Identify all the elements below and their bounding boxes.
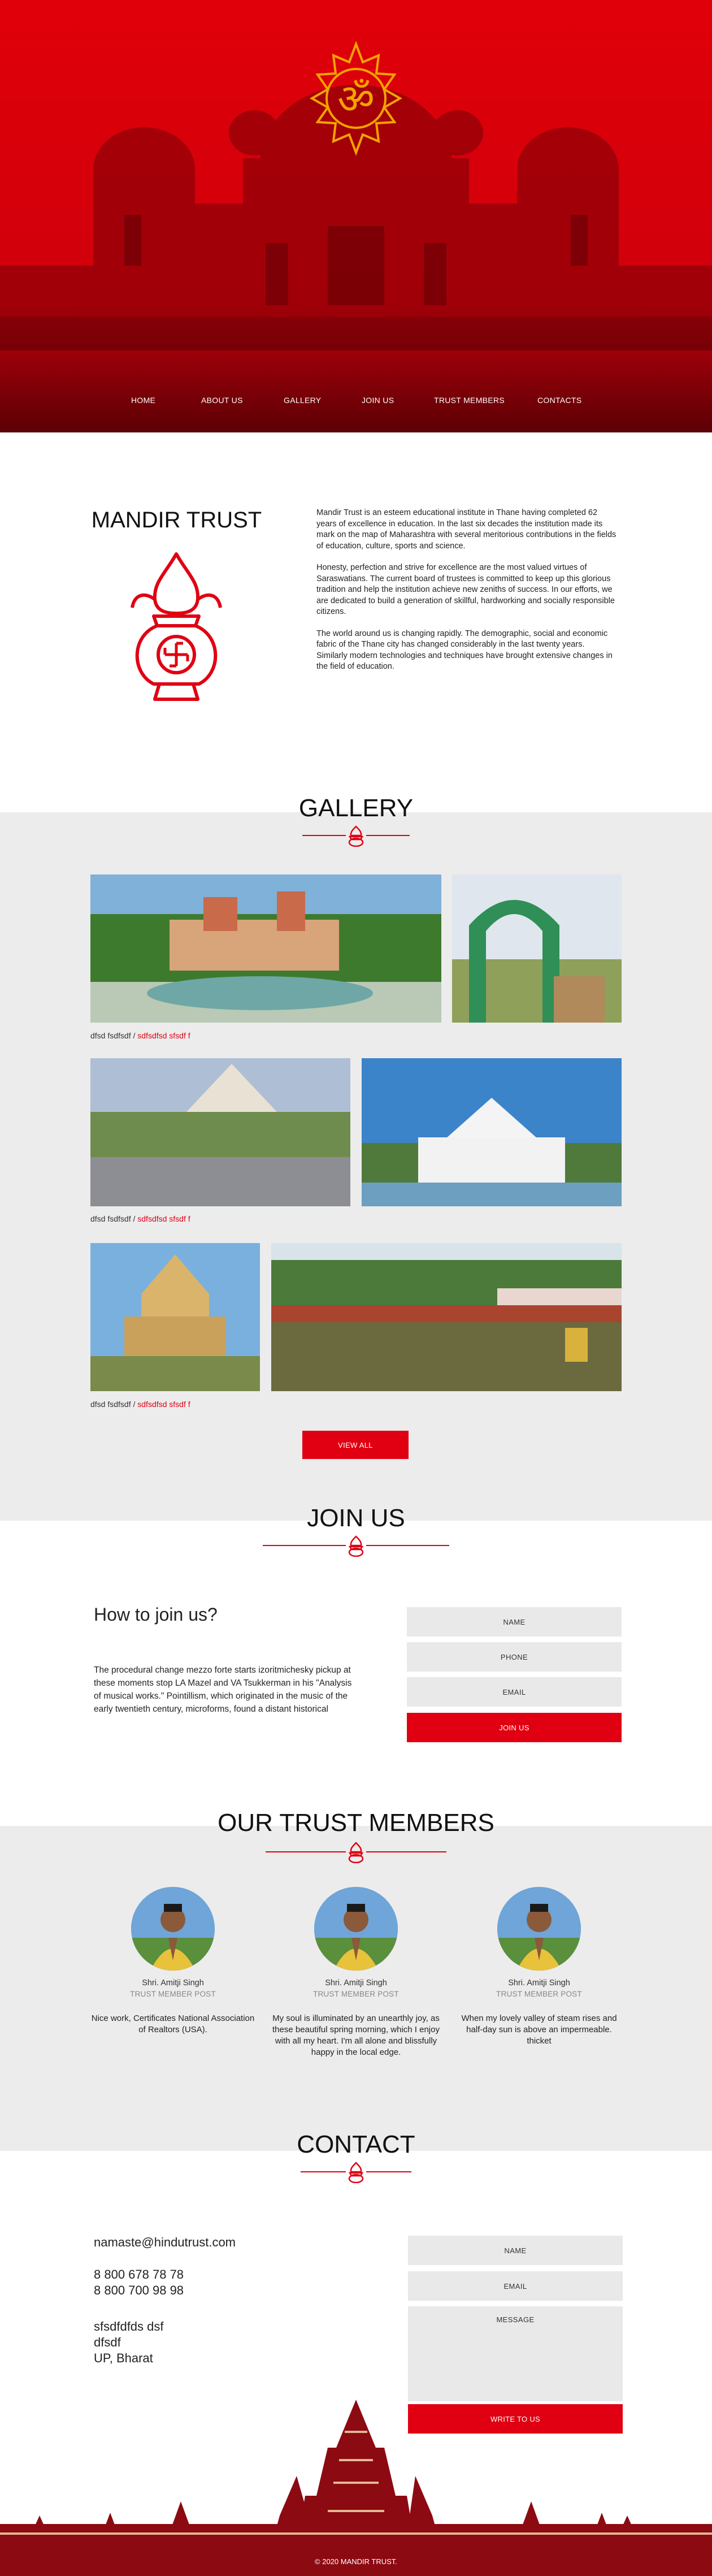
contact-email-link[interactable]: namaste@hindutrust.com	[94, 2235, 236, 2250]
gallery-photo-temple-garden[interactable]	[90, 874, 441, 1023]
about-paragraph: Mandir Trust is an esteem educational in…	[316, 508, 617, 551]
about-paragraph: The world around us is changing rapidly.…	[316, 629, 613, 672]
nav-home[interactable]: HOME	[131, 396, 155, 405]
member-quote: When my lovely valley of steam rises and…	[461, 2014, 617, 2046]
about-title: MANDIR TRUST	[91, 508, 262, 532]
join-divider-icon	[263, 1535, 449, 1557]
address-line: dfsdf	[94, 2335, 121, 2349]
join-name-field[interactable]: NAME	[407, 1607, 622, 1636]
contact-phone[interactable]: 8 800 700 98 98	[94, 2283, 184, 2298]
member-post: TRUST MEMBER POST	[496, 1990, 582, 1998]
member-post: TRUST MEMBER POST	[130, 1990, 216, 1998]
gallery-photo-white-temple[interactable]	[362, 1058, 622, 1206]
member-avatar	[131, 1887, 215, 1971]
nav-gallery[interactable]: GALLERY	[284, 396, 321, 405]
member-quote: Nice work, Certificates National Associa…	[91, 2014, 255, 2034]
footer-copyright: © 2020 MANDIR TRUST.	[0, 2547, 712, 2576]
gallery-caption: dfsd fsdfsdf / sdfsdfsd sfsdf f	[90, 1031, 190, 1040]
contact-name-field[interactable]: NAME	[408, 2236, 623, 2265]
gallery-caption: dfsd fsdfsdf / sdfsdfsd sfsdf f	[90, 1214, 190, 1223]
members-title: OUR TRUST MEMBERS	[218, 1809, 494, 1837]
member-avatar	[314, 1887, 398, 1971]
gallery-photo-temple-pond[interactable]	[271, 1243, 622, 1391]
gallery-photo-pyramid[interactable]	[90, 1058, 350, 1206]
gallery-caption-link[interactable]: sdfsdfsd sfsdf f	[137, 1214, 190, 1223]
member-avatar	[497, 1887, 581, 1971]
contact-divider-icon	[301, 2162, 411, 2183]
contact-title: CONTACT	[297, 2131, 415, 2158]
join-submit-button[interactable]: JOIN US	[407, 1713, 622, 1742]
member-card: Shri. Amitji Singh TRUST MEMBER POST Whe…	[454, 1887, 624, 2047]
join-description: The procedural change mezzo forte starts…	[94, 1665, 352, 1714]
contact-phone[interactable]: 8 800 678 78 78	[94, 2267, 184, 2283]
main-navigation: HOME ABOUT US GALLERY JOIN US TRUST MEMB…	[0, 396, 712, 414]
gallery-title: GALLERY	[298, 794, 414, 822]
member-name: Shri. Amitji Singh	[325, 1978, 387, 1988]
write-to-us-button[interactable]: WRITE TO US	[408, 2404, 623, 2434]
gallery-caption-link[interactable]: sdfsdfsd sfsdf f	[137, 1031, 190, 1040]
gallery-divider-icon	[302, 825, 410, 847]
gallery-photo-temple-gate[interactable]	[452, 874, 622, 1023]
contact-phones: 8 800 678 78 78 8 800 700 98 98	[94, 2267, 184, 2298]
nav-trust-members[interactable]: TRUST MEMBERS	[434, 396, 505, 405]
join-title: JOIN US	[307, 1504, 405, 1532]
nav-about-us[interactable]: ABOUT US	[201, 396, 243, 405]
member-name: Shri. Amitji Singh	[508, 1978, 570, 1988]
member-card: Shri. Amitji Singh TRUST MEMBER POST Nic…	[88, 1887, 258, 2036]
member-post: TRUST MEMBER POST	[313, 1990, 399, 1998]
contact-address: sfsdfdfds dsf dfsdf UP, Bharat	[94, 2319, 164, 2366]
join-email-field[interactable]: EMAIL	[407, 1677, 622, 1707]
members-divider-icon	[266, 1842, 446, 1863]
address-line: sfsdfdfds dsf	[94, 2319, 164, 2333]
hero-banner: ॐ HOME ABOUT US GALLERY JOIN US TRUST ME…	[0, 0, 712, 432]
gallery-caption-link[interactable]: sdfsdfsd sfsdf f	[137, 1400, 190, 1409]
nav-contacts[interactable]: CONTACTS	[537, 396, 581, 405]
join-heading: How to join us?	[94, 1604, 218, 1625]
member-name: Shri. Amitji Singh	[142, 1978, 204, 1988]
join-phone-field[interactable]: PHONE	[407, 1642, 622, 1672]
member-quote: My soul is illuminated by an unearthly j…	[272, 2014, 440, 2057]
view-all-button[interactable]: VIEW ALL	[302, 1431, 409, 1459]
address-line: UP, Bharat	[94, 2351, 153, 2365]
contact-message-field[interactable]: MESSAGE	[408, 2306, 623, 2401]
member-card: Shri. Amitji Singh TRUST MEMBER POST My …	[271, 1887, 441, 2058]
about-description: Mandir Trust is an esteem educational in…	[316, 508, 618, 683]
gallery-caption: dfsd fsdfsdf / sdfsdfsd sfsdf f	[90, 1400, 190, 1409]
nav-join-us[interactable]: JOIN US	[362, 396, 394, 405]
kalash-swastika-icon	[131, 552, 222, 701]
contact-email-field[interactable]: EMAIL	[408, 2271, 623, 2301]
gallery-photo-golden-temple[interactable]	[90, 1243, 260, 1391]
about-paragraph: Honesty, perfection and strive for excel…	[316, 563, 615, 616]
om-emblem-icon: ॐ	[309, 41, 403, 156]
svg-text:ॐ: ॐ	[337, 75, 375, 123]
